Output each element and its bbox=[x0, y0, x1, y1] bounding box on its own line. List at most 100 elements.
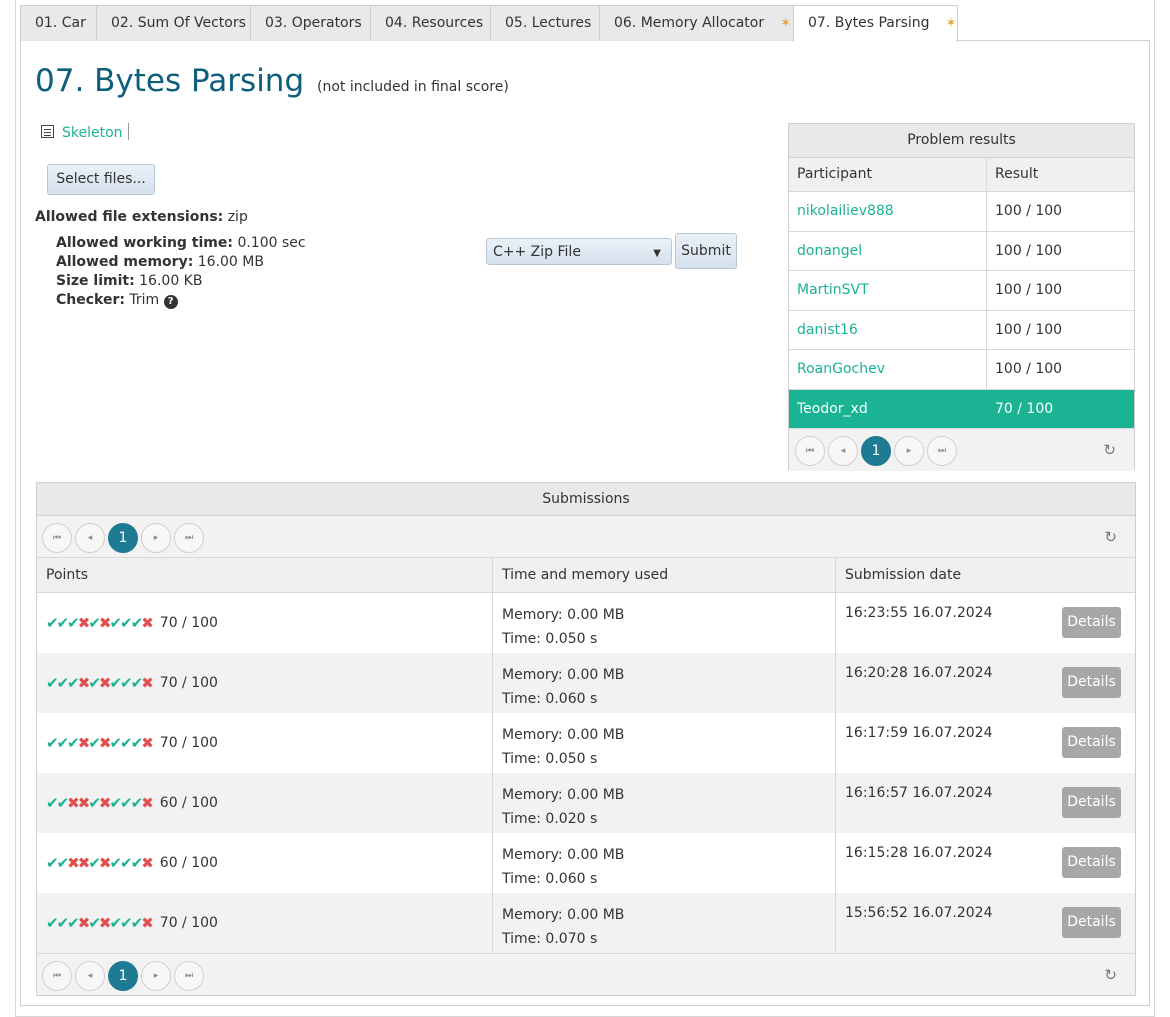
last-page-icon[interactable]: ⏭ bbox=[927, 436, 957, 466]
submissions-panel: Submissions ⏮ ◂ 1 ▸ ⏭ ↻ Points Time and … bbox=[36, 482, 1136, 996]
check-icon: ✔ bbox=[109, 794, 122, 812]
participant-link[interactable]: Teodor_xd bbox=[789, 390, 987, 429]
check-icon: ✔ bbox=[56, 734, 70, 752]
submission-date: 16:20:28 16.07.2024 bbox=[845, 665, 993, 681]
results-row: Teodor_xd 70 / 100 bbox=[789, 389, 1134, 429]
submission-resources: Memory: 0.00 MB Time: 0.020 s bbox=[493, 773, 836, 833]
time-used: Time: 0.070 s bbox=[502, 931, 598, 947]
participant-result: 100 / 100 bbox=[995, 361, 1063, 377]
first-page-icon[interactable]: ⏮ bbox=[795, 436, 825, 466]
next-page-icon[interactable]: ▸ bbox=[141, 523, 171, 553]
details-button[interactable]: Details bbox=[1062, 727, 1121, 758]
cross-icon: ✖ bbox=[98, 914, 112, 932]
cross-icon: ✖ bbox=[77, 734, 91, 752]
prev-page-icon[interactable]: ◂ bbox=[75, 523, 105, 553]
results-row: nikolailiev888 100 / 100 bbox=[789, 192, 1134, 232]
next-page-icon[interactable]: ▸ bbox=[894, 436, 924, 466]
check-icon: ✔ bbox=[109, 914, 122, 932]
participant-link[interactable]: RoanGochev bbox=[789, 350, 987, 389]
participant-result: 100 / 100 bbox=[995, 282, 1063, 298]
working-time-value: 0.100 sec bbox=[237, 235, 306, 251]
last-page-icon[interactable]: ⏭ bbox=[174, 961, 204, 991]
current-page[interactable]: 1 bbox=[861, 436, 891, 466]
cross-icon: ✖ bbox=[77, 914, 91, 932]
submission-resources: Memory: 0.00 MB Time: 0.060 s bbox=[493, 653, 836, 713]
details-button[interactable]: Details bbox=[1062, 667, 1121, 698]
check-icon: ✔ bbox=[88, 734, 101, 752]
check-icon: ✔ bbox=[130, 854, 144, 872]
chevron-down-icon: ▼ bbox=[653, 248, 661, 259]
check-icon: ✔ bbox=[109, 854, 122, 872]
check-icon: ✔ bbox=[120, 614, 133, 632]
check-icon: ✔ bbox=[46, 914, 59, 932]
cross-icon: ✖ bbox=[67, 794, 80, 812]
tab-2[interactable]: 02. Sum Of Vectors bbox=[96, 5, 251, 41]
points-value: 60 / 100 bbox=[159, 855, 218, 871]
points-value: 70 / 100 bbox=[159, 915, 218, 931]
tab-label: 04. Resources bbox=[385, 15, 484, 31]
cross-icon: ✖ bbox=[77, 794, 91, 812]
skeleton-link[interactable]: Skeleton bbox=[41, 123, 129, 141]
last-page-icon[interactable]: ⏭ bbox=[174, 523, 204, 553]
tab-7[interactable]: 07. Bytes Parsing ✶ bbox=[793, 5, 958, 42]
prev-page-icon[interactable]: ◂ bbox=[828, 436, 858, 466]
current-page[interactable]: 1 bbox=[108, 523, 138, 553]
cross-icon: ✖ bbox=[77, 674, 91, 692]
check-icon: ✔ bbox=[56, 674, 70, 692]
refresh-icon[interactable]: ↻ bbox=[1104, 966, 1117, 984]
select-files-button[interactable]: Select files... bbox=[47, 164, 155, 195]
tab-4[interactable]: 04. Resources bbox=[370, 5, 491, 41]
check-icon: ✔ bbox=[130, 674, 144, 692]
submit-button[interactable]: Submit bbox=[675, 233, 737, 269]
participant-result: 100 / 100 bbox=[995, 321, 1063, 338]
details-button[interactable]: Details bbox=[1062, 787, 1121, 818]
allowed-ext-value: zip bbox=[227, 209, 248, 225]
cross-icon: ✖ bbox=[98, 614, 112, 632]
tab-3[interactable]: 03. Operators bbox=[250, 5, 371, 41]
check-icon: ✔ bbox=[46, 794, 59, 812]
submission-row: ✔✔✖✖✔✖✔✔✔✖ 60 / 100 Memory: 0.00 MB Time: 0… bbox=[37, 833, 1135, 893]
current-page[interactable]: 1 bbox=[108, 961, 138, 991]
submission-date-cell: 16:15:28 16.07.2024 Details bbox=[836, 833, 1135, 893]
cross-icon: ✖ bbox=[77, 854, 91, 872]
results-row: danist16 100 / 100 bbox=[789, 310, 1134, 350]
details-button[interactable]: Details bbox=[1062, 607, 1121, 638]
check-icon: ✔ bbox=[88, 854, 101, 872]
time-used: Time: 0.050 s bbox=[502, 751, 598, 767]
tab-6[interactable]: 06. Memory Allocator ✶ bbox=[599, 5, 794, 41]
refresh-icon[interactable]: ↻ bbox=[1103, 441, 1116, 459]
check-icon: ✔ bbox=[46, 854, 59, 872]
first-page-icon[interactable]: ⏮ bbox=[42, 523, 72, 553]
submission-date: 16:16:57 16.07.2024 bbox=[845, 785, 993, 801]
tab-1[interactable]: 01. Car bbox=[20, 5, 97, 41]
check-icon: ✔ bbox=[67, 734, 80, 752]
submissions-pager-bottom: ⏮ ◂ 1 ▸ ⏭ ↻ bbox=[37, 953, 1135, 995]
check-icon: ✔ bbox=[109, 674, 122, 692]
question-circle-icon[interactable]: ? bbox=[163, 295, 178, 309]
divider bbox=[127, 123, 129, 140]
check-icon: ✔ bbox=[56, 914, 70, 932]
details-button[interactable]: Details bbox=[1062, 847, 1121, 878]
cross-icon: ✖ bbox=[98, 854, 112, 872]
details-button[interactable]: Details bbox=[1062, 907, 1121, 938]
refresh-icon[interactable]: ↻ bbox=[1104, 528, 1117, 546]
prev-page-icon[interactable]: ◂ bbox=[75, 961, 105, 991]
participant-link[interactable]: MartinSVT bbox=[789, 271, 987, 310]
cross-icon: ✖ bbox=[141, 614, 154, 632]
language-select[interactable]: C++ Zip File ▼ bbox=[486, 238, 672, 265]
participant-link[interactable]: nikolailiev888 bbox=[789, 192, 987, 231]
test-results: ✔✔✖✖✔✖✔✔✔✖ bbox=[46, 833, 154, 893]
submission-row: ✔✔✖✖✔✖✔✔✔✖ 60 / 100 Memory: 0.00 MB Time: 0… bbox=[37, 773, 1135, 833]
tab-5[interactable]: 05. Lectures bbox=[490, 5, 600, 41]
next-page-icon[interactable]: ▸ bbox=[141, 961, 171, 991]
points-header: Points bbox=[37, 558, 493, 592]
results-title: Problem results bbox=[789, 124, 1134, 158]
participant-link[interactable]: danist16 bbox=[789, 310, 987, 349]
date-header: Submission date bbox=[845, 567, 962, 583]
first-page-icon[interactable]: ⏮ bbox=[42, 961, 72, 991]
time-used: Time: 0.060 s bbox=[502, 691, 598, 707]
submission-row: ✔✔✔✖✔✖✔✔✔✖ 70 / 100 Memory: 0.00 MB Time: 0… bbox=[37, 713, 1135, 773]
check-icon: ✔ bbox=[130, 734, 144, 752]
participant-link[interactable]: donangel bbox=[789, 231, 987, 270]
test-results: ✔✔✖✖✔✖✔✔✔✖ bbox=[46, 773, 154, 833]
